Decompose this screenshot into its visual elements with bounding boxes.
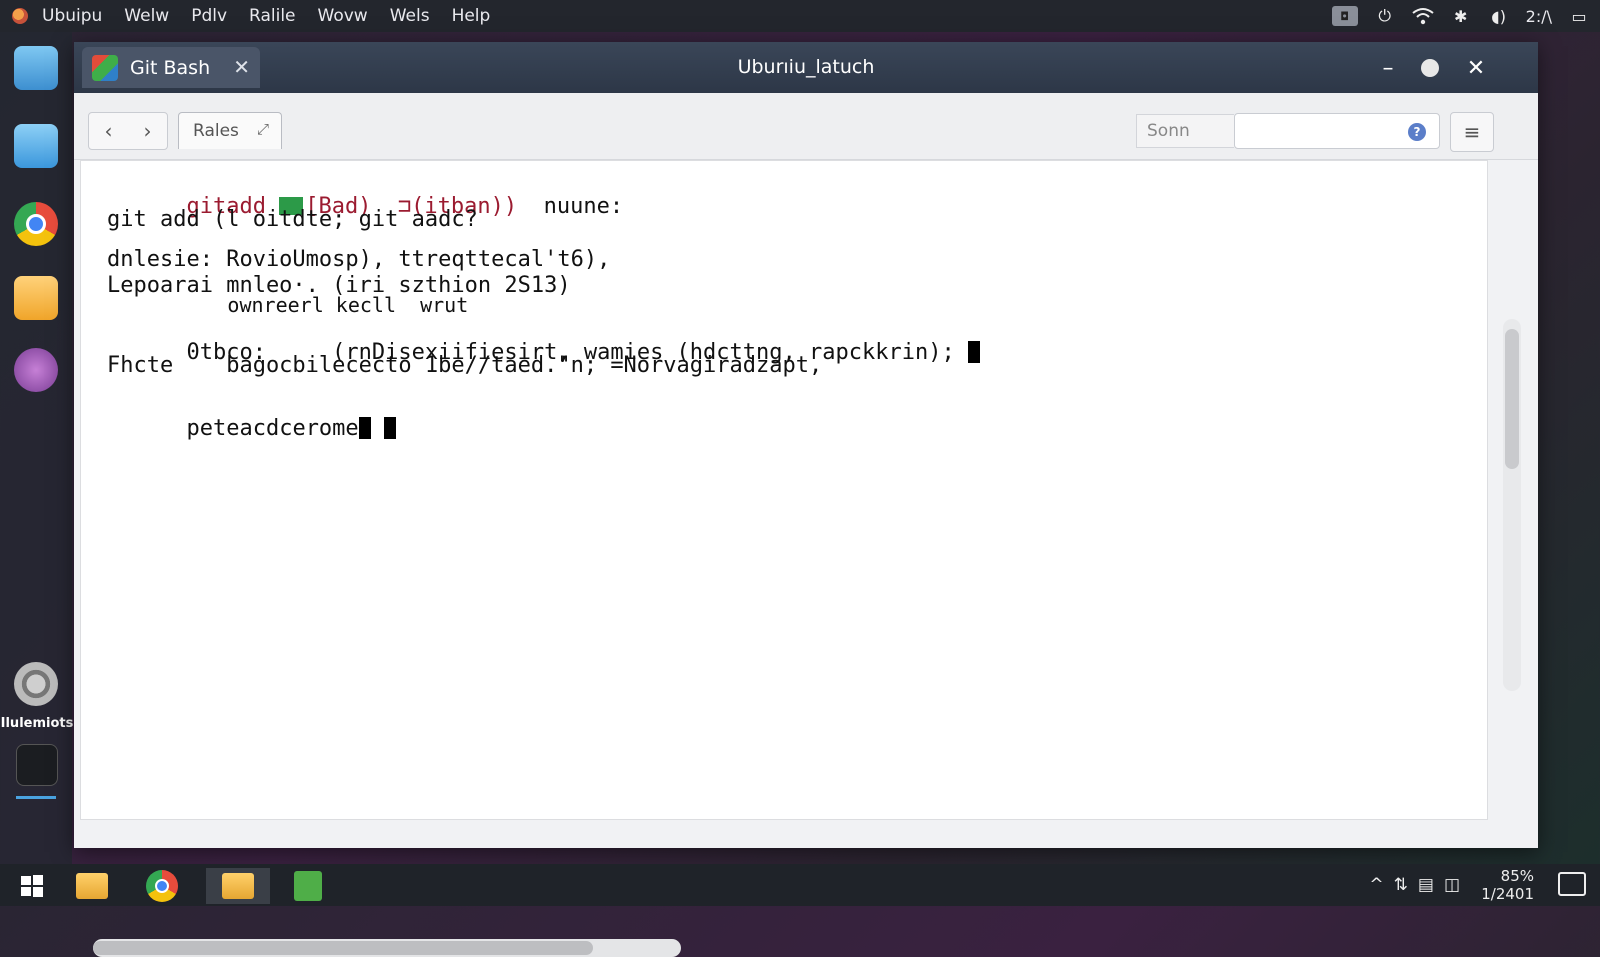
cursor xyxy=(967,341,980,363)
chrome-taskbar-icon[interactable] xyxy=(130,868,194,904)
taskbar: ^ ⇅ ▤ ◫ 85% 1/2401 xyxy=(0,864,1600,906)
help-icon[interactable]: ? xyxy=(1408,123,1426,141)
tab-rales[interactable]: Rales ⤢ xyxy=(178,112,282,149)
terminal-line-text: peteacdcerome xyxy=(186,416,359,441)
system-tray: ◘ ⏻ ✱ ◖) 2:/\ ▭ xyxy=(1331,0,1590,32)
settings-gear-icon[interactable] xyxy=(14,662,58,706)
taskbar-date: 1/2401 xyxy=(1481,885,1534,903)
horizontal-scroll-thumb[interactable] xyxy=(93,941,593,955)
volume-tray-icon[interactable]: ◫ xyxy=(1444,875,1460,895)
vertical-scrollbar[interactable] xyxy=(1503,319,1521,691)
back-arrow-icon[interactable]: ‹ xyxy=(105,119,113,143)
tab-rales-label: Rales xyxy=(193,121,239,141)
active-indicator xyxy=(16,796,56,799)
power-icon[interactable]: ⏻ xyxy=(1374,6,1396,26)
taskbar-clock[interactable]: 85% 1/2401 xyxy=(1481,867,1534,903)
network-icon[interactable]: ⇅ xyxy=(1394,875,1408,895)
prompt-text: nuune: xyxy=(517,194,624,219)
vertical-scroll-thumb[interactable] xyxy=(1505,329,1519,469)
files-icon[interactable] xyxy=(14,46,58,90)
menu-welw[interactable]: Welw xyxy=(124,6,169,26)
app-icon[interactable] xyxy=(14,348,58,392)
wifi-icon[interactable] xyxy=(1412,6,1434,26)
close-window-button[interactable]: ✕ xyxy=(1462,54,1490,82)
menu-wels[interactable]: Wels xyxy=(390,6,430,26)
file-explorer-taskbar-icon[interactable] xyxy=(60,868,124,904)
title-bar: Git Bash ✕ Uburıiu_lаtuch – ✕ xyxy=(74,42,1538,93)
battery-level: 85% xyxy=(1500,867,1534,885)
keyboard-indicator-icon[interactable]: ◘ xyxy=(1331,6,1358,26)
chevron-up-icon[interactable]: ^ xyxy=(1369,875,1383,895)
minimize-button[interactable]: – xyxy=(1374,54,1402,82)
terminal-line: peteacdcerome xyxy=(107,391,396,466)
forward-arrow-icon[interactable]: › xyxy=(144,119,152,143)
menu-wovw[interactable]: Wovw xyxy=(318,6,368,26)
cursor xyxy=(383,417,396,439)
folder-icon[interactable] xyxy=(14,124,58,168)
terminal-line: git add (l oitdte; git aadc? xyxy=(107,207,478,232)
menu-ralile[interactable]: Ralile xyxy=(249,6,295,26)
menu-ubuipu[interactable]: Ubuipu xyxy=(42,6,102,26)
notes-icon[interactable] xyxy=(14,276,58,320)
cursor xyxy=(358,417,371,439)
window-title: Uburıiu_lаtuch xyxy=(737,56,875,78)
dock-label: Ilulemiots xyxy=(0,716,74,731)
nav-buttons: ‹ › xyxy=(88,112,168,150)
top-menu-bar: Ubuipu Welw Pdlv Ralile Wovw Wels Help ◘… xyxy=(0,0,1600,32)
launcher-dock: Ilulemiots xyxy=(0,32,74,864)
clock[interactable]: 2:/\ xyxy=(1526,7,1552,26)
pin-icon[interactable]: ⤢ xyxy=(257,120,269,138)
terminal-line: Fhcte bagocbilececto 1be//taed."n; =Norv… xyxy=(107,353,823,378)
action-center-icon[interactable] xyxy=(1558,872,1586,896)
display-icon[interactable]: ▤ xyxy=(1418,875,1434,895)
menu-help[interactable]: Help xyxy=(452,6,491,26)
menu-pdlv[interactable]: Pdlv xyxy=(191,6,227,26)
files-taskbar-icon[interactable] xyxy=(206,868,270,904)
bluetooth-icon[interactable]: ✱ xyxy=(1450,6,1472,26)
maximize-button[interactable] xyxy=(1416,54,1444,82)
terminal-output[interactable]: gitadd [Bad) ⊐(itban)) nuune: git add (l… xyxy=(80,160,1521,957)
terminal-window: Git Bash ✕ Uburıiu_lаtuch – ✕ ‹ › Rales … xyxy=(74,42,1538,957)
notifications-icon[interactable]: ▭ xyxy=(1568,6,1590,26)
start-button[interactable] xyxy=(0,868,64,904)
terminal-line: ownreerl kecll wrut xyxy=(107,293,469,317)
terminal-line: dnlesie: RovioUmosp), ttreqttecal't6), xyxy=(107,247,611,272)
terminal-thumbnail-icon[interactable] xyxy=(16,744,58,786)
horizontal-scrollbar[interactable] xyxy=(93,939,681,957)
notes-taskbar-icon[interactable] xyxy=(276,868,340,904)
ubuntu-logo-icon[interactable] xyxy=(12,8,28,24)
volume-icon[interactable]: ◖) xyxy=(1488,6,1510,26)
toolbar: ‹ › Rales ⤢ Sonn ? ≡ xyxy=(74,93,1538,160)
chrome-icon[interactable] xyxy=(14,202,58,246)
hamburger-menu-button[interactable]: ≡ xyxy=(1450,112,1494,152)
search-label: Sonn xyxy=(1136,114,1234,148)
